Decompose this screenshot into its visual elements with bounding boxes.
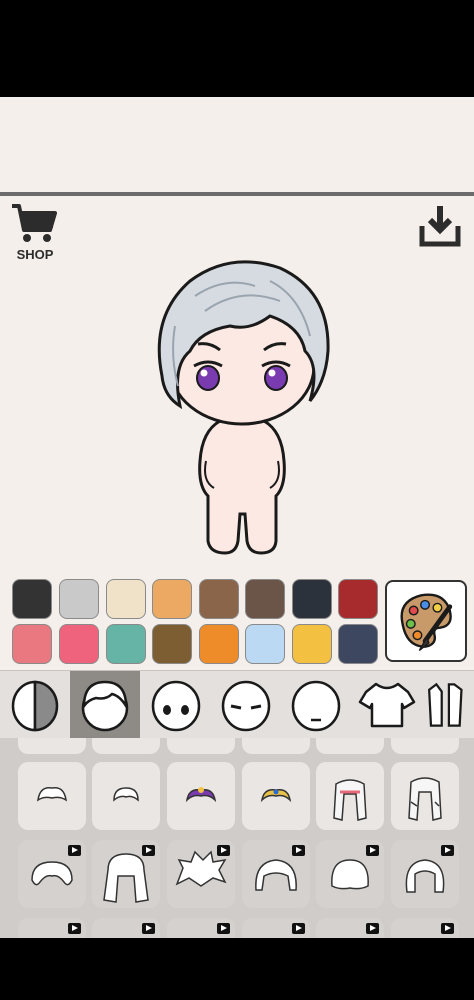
item-tile[interactable] xyxy=(242,918,310,938)
item-headband-purple[interactable] xyxy=(167,762,235,830)
color-swatch[interactable] xyxy=(106,579,146,619)
video-ad-icon xyxy=(441,845,454,856)
item-tile[interactable] xyxy=(92,738,160,754)
tab-top[interactable] xyxy=(352,671,422,739)
item-tile[interactable] xyxy=(18,918,86,938)
video-ad-icon xyxy=(366,923,379,934)
color-swatch[interactable] xyxy=(245,579,285,619)
top-panel xyxy=(0,97,474,192)
item-hair-clip-white[interactable] xyxy=(18,762,86,830)
item-tile[interactable] xyxy=(316,918,384,938)
video-ad-icon xyxy=(292,923,305,934)
item-braid-pink[interactable] xyxy=(316,762,384,830)
video-ad-icon xyxy=(68,923,81,934)
outfit-icon xyxy=(428,682,463,727)
video-ad-icon xyxy=(142,923,155,934)
tab-mouth[interactable] xyxy=(281,671,351,739)
item-tile[interactable] xyxy=(391,738,459,754)
item-grid xyxy=(0,738,474,938)
item-tile[interactable] xyxy=(391,918,459,938)
shop-button[interactable]: SHOP xyxy=(10,202,60,264)
shopping-cart-icon xyxy=(12,204,57,242)
color-swatch[interactable] xyxy=(292,624,332,664)
eyebrows-icon xyxy=(221,680,271,732)
color-swatch[interactable] xyxy=(245,624,285,664)
eyes-icon xyxy=(151,680,201,732)
item-tile[interactable] xyxy=(316,738,384,754)
item-braid-black[interactable] xyxy=(391,762,459,830)
video-ad-icon xyxy=(68,845,81,856)
item-long-wavy[interactable] xyxy=(92,840,160,908)
video-ad-icon xyxy=(142,845,155,856)
shirt-icon xyxy=(358,682,416,728)
color-swatch[interactable] xyxy=(12,624,52,664)
category-tabbar xyxy=(0,670,474,739)
color-swatch[interactable] xyxy=(59,579,99,619)
tab-eyes[interactable] xyxy=(141,671,211,739)
video-ad-icon xyxy=(217,923,230,934)
item-bowl-cut[interactable] xyxy=(242,840,310,908)
color-swatch[interactable] xyxy=(199,579,239,619)
tab-outfit[interactable] xyxy=(422,671,474,739)
item-tile[interactable] xyxy=(167,738,235,754)
item-spiky[interactable] xyxy=(167,840,235,908)
color-swatch[interactable] xyxy=(59,624,99,664)
item-curly-bob[interactable] xyxy=(18,840,86,908)
item-tile[interactable] xyxy=(18,738,86,754)
item-hair-clip-white-2[interactable] xyxy=(92,762,160,830)
color-swatch[interactable] xyxy=(152,579,192,619)
hair-icon xyxy=(81,680,129,732)
item-headband-gold[interactable] xyxy=(242,762,310,830)
chibi-avatar xyxy=(157,260,330,555)
color-swatch[interactable] xyxy=(12,579,52,619)
video-ad-icon xyxy=(217,845,230,856)
color-palette xyxy=(0,574,474,670)
color-swatch[interactable] xyxy=(199,624,239,664)
status-bar xyxy=(0,0,474,97)
video-ad-icon xyxy=(366,845,379,856)
item-short-round[interactable] xyxy=(316,840,384,908)
skin-tone-icon xyxy=(11,680,59,732)
custom-color-button[interactable] xyxy=(385,580,467,662)
download-icon xyxy=(419,206,461,247)
color-swatch[interactable] xyxy=(106,624,146,664)
shop-label: SHOP xyxy=(16,247,54,262)
color-swatch[interactable] xyxy=(338,579,378,619)
tab-hair[interactable] xyxy=(70,671,140,739)
color-swatch[interactable] xyxy=(338,624,378,664)
color-swatch[interactable] xyxy=(152,624,192,664)
item-bob[interactable] xyxy=(391,840,459,908)
tab-eyebrows[interactable] xyxy=(211,671,281,739)
color-swatch[interactable] xyxy=(292,579,332,619)
mouth-icon xyxy=(291,680,341,732)
paint-palette-icon xyxy=(400,593,453,652)
download-button[interactable] xyxy=(418,204,462,248)
item-tile[interactable] xyxy=(92,918,160,938)
item-tile[interactable] xyxy=(242,738,310,754)
navigation-bar xyxy=(0,938,474,1000)
item-tile[interactable] xyxy=(167,918,235,938)
video-ad-icon xyxy=(441,923,454,934)
video-ad-icon xyxy=(292,845,305,856)
tab-skin-color[interactable] xyxy=(0,671,70,739)
